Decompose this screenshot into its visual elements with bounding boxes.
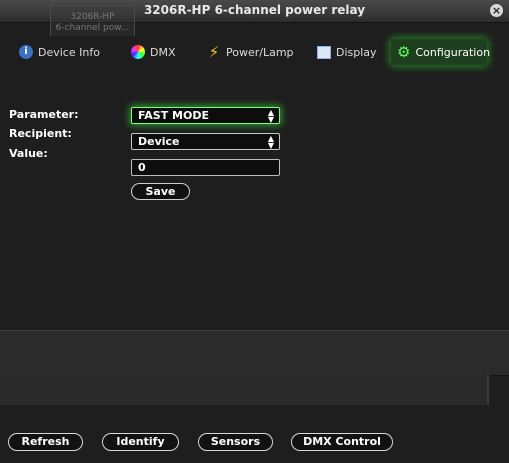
tab-configuration-label: Configuration — [415, 45, 491, 59]
gear-icon: ⚙ — [397, 43, 411, 61]
tab-display-label: Display — [336, 45, 377, 59]
tab-power-lamp-label: Power/Lamp — [226, 45, 294, 59]
display-icon — [317, 45, 331, 59]
dmx-control-button[interactable]: DMX Control — [291, 433, 393, 451]
identify-button[interactable]: Identify — [102, 433, 179, 451]
refresh-button[interactable]: Refresh — [8, 433, 83, 451]
footer-toolbar: Refresh Identify Sensors DMX Control — [0, 405, 509, 463]
tab-configuration[interactable]: ⚙ Configuration — [391, 39, 491, 65]
info-icon: i — [19, 45, 33, 59]
value-input[interactable]: 0 — [131, 159, 280, 176]
select-arrows-icon: ▲ ▼ — [267, 108, 274, 124]
tab-device-info-label: Device Info — [38, 45, 100, 59]
tab-device-info[interactable]: i Device Info — [13, 39, 106, 65]
parameter-select-value: FAST MODE — [138, 109, 209, 122]
configuration-panel: Parameter: Recipient: Value: FAST MODE ▲… — [0, 70, 509, 330]
recipient-select-value: Device — [138, 135, 180, 148]
save-button[interactable]: Save — [131, 183, 190, 200]
tab-display[interactable]: Display — [311, 39, 383, 65]
parameter-label: Parameter: — [9, 108, 79, 121]
tab-bar: i Device Info DMX ⚡ Power/Lamp Display ⚙… — [0, 36, 509, 70]
recipient-label: Recipient: — [9, 127, 72, 140]
tab-dmx-label: DMX — [150, 45, 176, 59]
recipient-select[interactable]: Device ▲ ▼ — [131, 133, 280, 150]
value-label: Value: — [9, 147, 48, 160]
color-wheel-icon — [131, 45, 145, 59]
ghost-card-line-1: 3206R-HP — [70, 12, 115, 22]
select-arrows-icon: ▲ ▼ — [267, 134, 274, 150]
lightning-icon: ⚡ — [208, 43, 220, 61]
info-band — [0, 330, 509, 376]
close-icon[interactable]: × — [490, 4, 503, 17]
value-input-text: 0 — [138, 161, 146, 174]
ghost-card-line-2: 6-channel pow... — [55, 23, 130, 33]
tab-power-lamp[interactable]: ⚡ Power/Lamp — [201, 39, 300, 65]
sensors-button[interactable]: Sensors — [198, 433, 273, 451]
parameter-select[interactable]: FAST MODE ▲ ▼ — [131, 107, 280, 124]
tab-dmx[interactable]: DMX — [125, 39, 182, 65]
lower-panel — [0, 375, 489, 406]
